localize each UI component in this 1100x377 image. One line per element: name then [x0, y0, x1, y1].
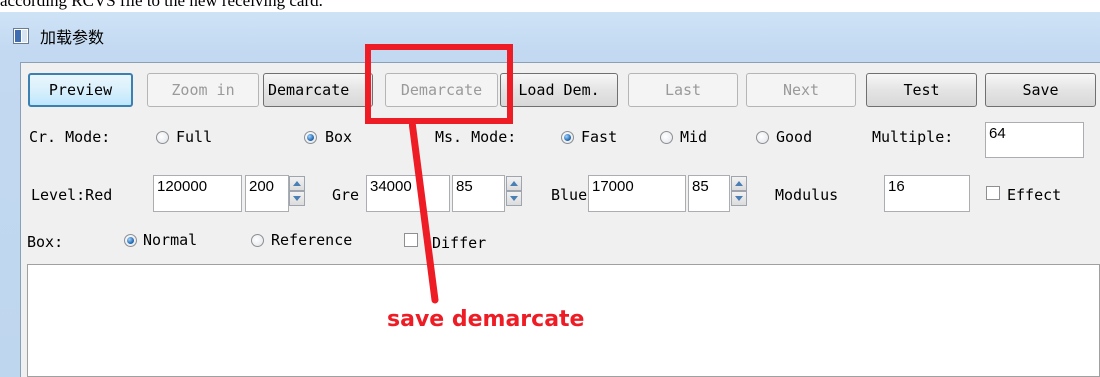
ms-mode-mid-label: Mid — [680, 128, 708, 146]
cr-mode-label: Cr. Mode: — [29, 128, 111, 146]
green-gain-down-arrow-icon[interactable] — [506, 191, 522, 206]
red-gain-down-arrow-icon[interactable] — [289, 191, 305, 206]
screenshot-stage: according RCVS file to the new receiving… — [0, 0, 1100, 377]
ms-mode-good-radio[interactable] — [756, 131, 769, 144]
blue-gain-input[interactable]: 85 — [688, 175, 730, 212]
test-button[interactable]: Test — [866, 73, 977, 107]
app-icon — [13, 28, 29, 44]
red-gain-input[interactable]: 200 — [245, 175, 289, 212]
box-normal-label: Normal — [143, 231, 198, 249]
ms-mode-good-label: Good — [776, 128, 813, 146]
save-button[interactable]: Save — [985, 73, 1096, 107]
blue-gain-up-arrow-icon[interactable] — [731, 176, 747, 191]
box-reference-label: Reference — [271, 231, 353, 249]
red-gain-up-arrow-icon[interactable] — [289, 176, 305, 191]
load-demarcate-button[interactable]: Load Dem. — [500, 73, 618, 107]
green-level-label: Gre — [332, 186, 360, 204]
multiple-label: Multiple: — [872, 128, 954, 146]
ms-mode-fast-radio[interactable] — [561, 131, 574, 144]
green-gain-up-arrow-icon[interactable] — [506, 176, 522, 191]
blue-gain-spinner[interactable] — [731, 176, 747, 206]
cr-mode-full-label: Full — [176, 128, 213, 146]
ms-mode-mid-radio[interactable] — [660, 131, 673, 144]
green-gain-spinner[interactable] — [506, 176, 522, 206]
background-document-text: according RCVS file to the new receiving… — [0, 0, 323, 10]
cr-mode-box-label: Box — [325, 128, 353, 146]
demarcate-button[interactable]: Demarcate — [263, 73, 373, 107]
multiple-input[interactable]: 64 — [985, 122, 1084, 158]
zoom-in-button[interactable]: Zoom in — [147, 73, 259, 107]
last-button[interactable]: Last — [628, 73, 738, 107]
differ-label: Differ — [432, 234, 487, 252]
annotation-pointer-line — [409, 122, 439, 304]
cr-mode-full-radio[interactable] — [156, 131, 169, 144]
ms-mode-label: Ms. Mode: — [435, 128, 517, 146]
blue-level-label: Blue — [551, 186, 588, 204]
cr-mode-box-radio[interactable] — [304, 131, 317, 144]
window-title: 加载参数 — [40, 28, 105, 47]
effect-checkbox[interactable] — [986, 186, 1000, 200]
box-reference-radio[interactable] — [251, 234, 264, 247]
level-red-label: Level:Red — [31, 186, 113, 204]
annotation-caption: save demarcate — [387, 307, 585, 332]
red-gain-spinner[interactable] — [289, 176, 305, 206]
preview-button[interactable]: Preview — [28, 73, 133, 107]
blue-level-input[interactable]: 17000 — [588, 175, 686, 212]
box-normal-radio[interactable] — [124, 234, 137, 247]
blue-gain-down-arrow-icon[interactable] — [731, 191, 747, 206]
annotation-highlight-box — [365, 44, 513, 124]
modulus-label: Modulus — [775, 186, 839, 204]
red-level-input[interactable]: 120000 — [153, 175, 242, 212]
effect-label: Effect — [1007, 186, 1062, 204]
modulus-input[interactable]: 16 — [884, 175, 970, 212]
box-label: Box: — [27, 233, 64, 251]
green-gain-input[interactable]: 85 — [452, 175, 505, 212]
next-button[interactable]: Next — [746, 73, 856, 107]
ms-mode-fast-label: Fast — [581, 128, 618, 146]
title-bar — [0, 12, 1100, 58]
